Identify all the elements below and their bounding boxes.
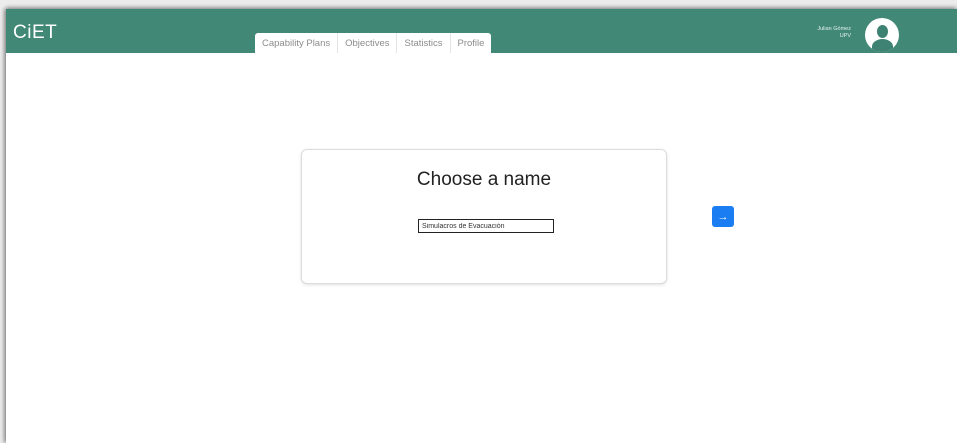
main-tabs: Capability Plans Objectives Statistics P… (255, 33, 492, 53)
tab-objectives[interactable]: Objectives (338, 33, 398, 53)
user-name: Julian Gómez (817, 26, 851, 32)
user-organization: UPV (839, 33, 851, 39)
app-logo[interactable]: CiET (13, 22, 57, 44)
tab-capability-plans[interactable]: Capability Plans (255, 33, 339, 53)
avatar-head-shape (877, 25, 888, 38)
tab-profile[interactable]: Profile (451, 33, 492, 53)
form-title: Choose a name (416, 169, 552, 190)
user-info: Julian Gómez UPV (817, 26, 851, 40)
top-navigation-bar: CiET Capability Plans Objectives Statist… (6, 9, 957, 53)
tab-statistics[interactable]: Statistics (397, 33, 451, 53)
arrow-right-icon: → (717, 210, 729, 223)
name-form-card: Choose a name (301, 149, 667, 284)
app-window: CiET Capability Plans Objectives Statist… (6, 9, 957, 443)
name-input[interactable] (418, 219, 554, 233)
avatar-body-shape (872, 39, 893, 52)
next-button[interactable]: → (712, 206, 734, 227)
user-avatar-icon[interactable] (865, 18, 899, 52)
